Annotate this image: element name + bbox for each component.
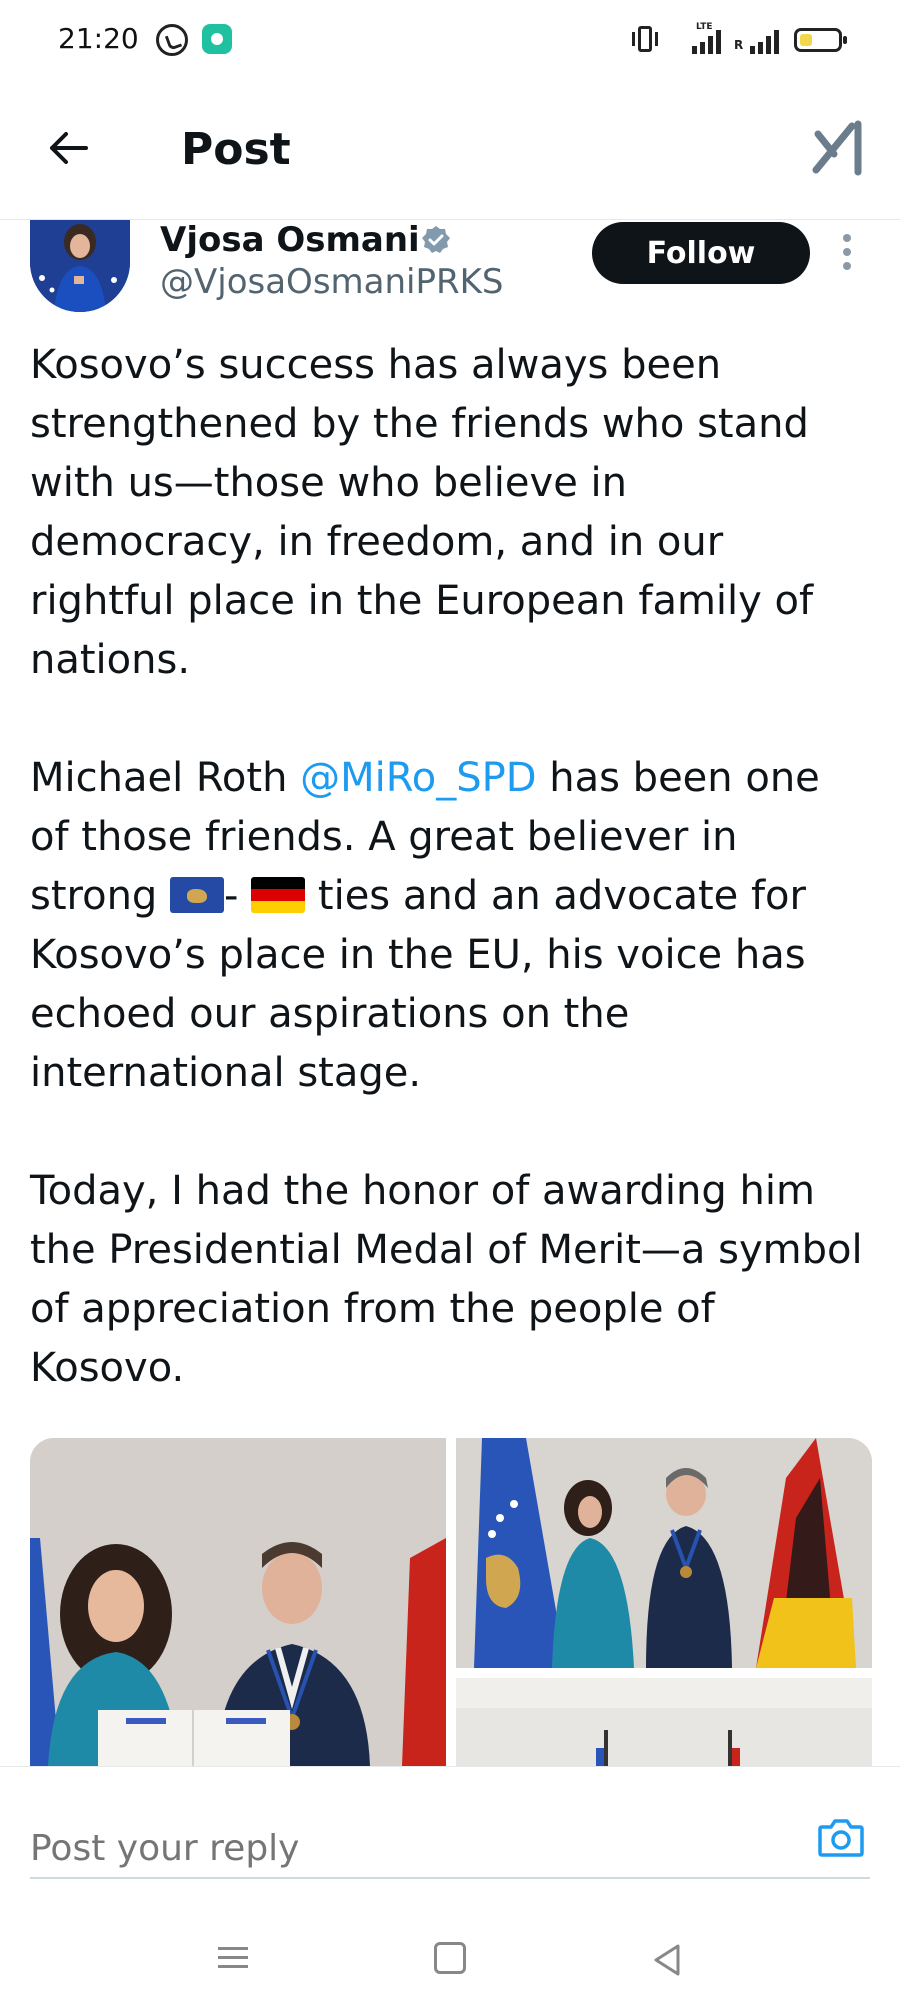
mention-link[interactable]: @MiRo_SPD: [300, 755, 536, 801]
lte-signal-icon: [688, 26, 722, 54]
post-image-1[interactable]: [30, 1438, 446, 1766]
kosovo-flag-icon: [170, 877, 225, 913]
author-handle[interactable]: @VjosaOsmaniPRKS: [160, 262, 504, 302]
post-image-3[interactable]: [456, 1678, 872, 1766]
battery-icon: [794, 28, 847, 52]
post-image-2[interactable]: [456, 1438, 872, 1668]
post-text: Kosovo’s success has always been strengt…: [30, 336, 870, 1457]
more-options-icon[interactable]: [842, 234, 852, 276]
flag-separator: -: [224, 873, 252, 919]
menu-icon[interactable]: [218, 1942, 254, 1978]
post-paragraph-3: Today, I had the honor of awarding him t…: [30, 1168, 863, 1391]
home-icon[interactable]: [434, 1942, 466, 1974]
roaming-signal-icon: [738, 26, 786, 54]
camera-icon[interactable]: [816, 1813, 866, 1863]
vibrate-icon: [632, 24, 658, 54]
status-time: 21:20: [58, 22, 139, 55]
author-name[interactable]: Vjosa Osmani: [160, 220, 420, 260]
top-app-bar: Post: [0, 80, 900, 220]
arrow-left-icon[interactable]: [46, 126, 90, 170]
app-notification-icon: [202, 24, 232, 54]
media-grid: [30, 1438, 872, 1766]
verified-badge-icon: [422, 226, 450, 253]
reply-bar: [0, 1766, 900, 1916]
avatar[interactable]: [30, 220, 130, 312]
post-paragraph-2: Michael Roth @MiRo_SPD has been one of t…: [30, 749, 870, 1103]
follow-button[interactable]: Follow: [592, 222, 810, 284]
back-triangle-icon[interactable]: [650, 1942, 686, 1978]
divider: [30, 1877, 870, 1879]
page-title: Post: [181, 124, 291, 175]
post-text-segment: Michael Roth: [30, 755, 301, 801]
germany-flag-icon: [251, 877, 306, 913]
system-nav-bar: [0, 1916, 900, 1999]
viber-icon: [156, 24, 188, 56]
reply-input[interactable]: [30, 1823, 590, 1873]
post-paragraph-1: Kosovo’s success has always been strengt…: [30, 342, 814, 683]
x-logo[interactable]: [812, 120, 868, 176]
post-author-row: Vjosa Osmani @VjosaOsmaniPRKS Follow: [0, 220, 900, 320]
status-bar: 21:20 LTE R: [0, 0, 900, 80]
